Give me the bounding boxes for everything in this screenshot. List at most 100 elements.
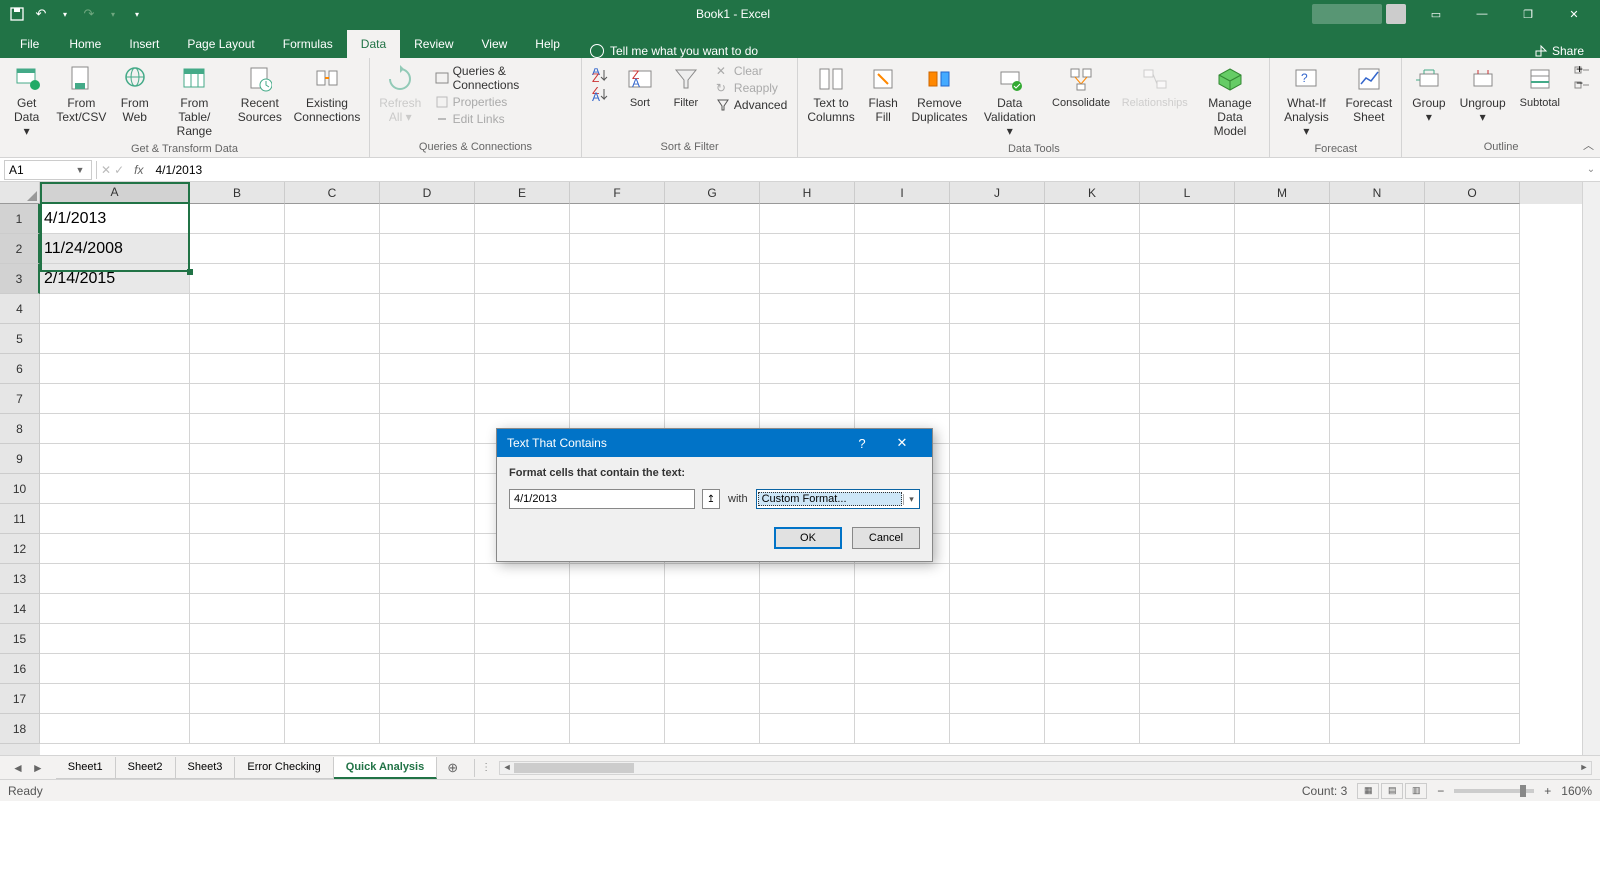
dialog-titlebar[interactable]: Text That Contains ? ✕ [497, 429, 932, 457]
filter-button[interactable]: Filter [664, 61, 708, 112]
cell[interactable]: 4/1/2013 [40, 204, 190, 234]
cell[interactable]: 11/24/2008 [40, 234, 190, 264]
flash-fill-button[interactable]: FlashFill [862, 61, 905, 127]
cell[interactable] [190, 504, 285, 534]
cell[interactable] [950, 444, 1045, 474]
vertical-scrollbar[interactable] [1582, 182, 1600, 755]
cell[interactable] [40, 504, 190, 534]
tab-home[interactable]: Home [55, 30, 115, 58]
cell[interactable] [380, 414, 475, 444]
cell[interactable] [760, 234, 855, 264]
cell[interactable] [475, 714, 570, 744]
cell[interactable] [285, 594, 380, 624]
cell[interactable] [1425, 594, 1520, 624]
name-box-dd-icon[interactable]: ▼ [73, 165, 87, 175]
data-model-button[interactable]: ManageData Model [1194, 61, 1265, 141]
cell[interactable] [665, 564, 760, 594]
cell[interactable] [1425, 654, 1520, 684]
cell[interactable] [760, 684, 855, 714]
cell[interactable] [1425, 294, 1520, 324]
cell[interactable] [190, 384, 285, 414]
cell[interactable] [950, 204, 1045, 234]
cell[interactable] [950, 384, 1045, 414]
cell[interactable] [760, 594, 855, 624]
row-header[interactable]: 2 [0, 234, 40, 264]
cell[interactable] [1235, 564, 1330, 594]
cell[interactable] [665, 264, 760, 294]
from-text-csv-button[interactable]: FromText/CSV [51, 61, 111, 127]
cell[interactable] [475, 384, 570, 414]
row-header[interactable]: 4 [0, 294, 40, 324]
dialog-text-input[interactable]: 4/1/2013 [509, 489, 695, 509]
cell[interactable] [380, 564, 475, 594]
cell[interactable] [760, 324, 855, 354]
cell[interactable] [1045, 324, 1140, 354]
cell[interactable] [855, 684, 950, 714]
dialog-cancel-button[interactable]: Cancel [852, 527, 920, 549]
cell[interactable] [380, 384, 475, 414]
cell[interactable] [665, 624, 760, 654]
maximize-icon[interactable]: ❐ [1506, 0, 1550, 28]
row-header[interactable]: 6 [0, 354, 40, 384]
cell[interactable] [1045, 684, 1140, 714]
cell[interactable] [380, 204, 475, 234]
cell[interactable] [1140, 234, 1235, 264]
cell[interactable] [1140, 504, 1235, 534]
cell[interactable] [40, 444, 190, 474]
cell[interactable] [1140, 654, 1235, 684]
row-header[interactable]: 7 [0, 384, 40, 414]
cell[interactable] [665, 684, 760, 714]
cell[interactable] [1045, 294, 1140, 324]
cell[interactable] [1045, 384, 1140, 414]
dialog-close-icon[interactable]: ✕ [882, 429, 922, 457]
sheet-tab[interactable]: Sheet2 [116, 757, 176, 779]
cell[interactable] [1045, 534, 1140, 564]
cell[interactable] [1425, 204, 1520, 234]
insert-function-icon[interactable]: fx [128, 163, 149, 177]
cell[interactable] [950, 684, 1045, 714]
column-header[interactable]: I [855, 182, 950, 204]
cell[interactable] [1330, 714, 1425, 744]
cell[interactable] [1140, 204, 1235, 234]
cell[interactable] [1235, 504, 1330, 534]
cell[interactable] [475, 264, 570, 294]
row-header[interactable]: 15 [0, 624, 40, 654]
cell[interactable] [950, 624, 1045, 654]
cell[interactable] [1235, 714, 1330, 744]
cell[interactable] [570, 324, 665, 354]
cell[interactable] [855, 234, 950, 264]
cell[interactable] [1235, 444, 1330, 474]
cell[interactable] [190, 414, 285, 444]
cell[interactable] [190, 264, 285, 294]
forecast-sheet-button[interactable]: ForecastSheet [1340, 61, 1397, 127]
cell[interactable] [950, 594, 1045, 624]
cell[interactable] [190, 714, 285, 744]
horizontal-scrollbar[interactable]: ◄ ► [499, 761, 1592, 775]
redo-dd-icon[interactable]: ▾ [104, 5, 122, 23]
cell[interactable] [40, 414, 190, 444]
cell[interactable] [1330, 654, 1425, 684]
cell[interactable] [570, 594, 665, 624]
tab-file[interactable]: File [4, 30, 55, 58]
cell[interactable] [1235, 684, 1330, 714]
text-to-columns-button[interactable]: Text toColumns [802, 61, 860, 127]
cell[interactable] [40, 474, 190, 504]
cell[interactable] [1425, 384, 1520, 414]
cell[interactable] [1045, 264, 1140, 294]
cell[interactable] [570, 354, 665, 384]
dialog-help-icon[interactable]: ? [842, 429, 882, 457]
existing-connections-button[interactable]: ExistingConnections [289, 61, 365, 127]
formula-input[interactable]: 4/1/2013 [149, 163, 1582, 177]
cell[interactable] [475, 294, 570, 324]
advanced-filter-button[interactable]: Advanced [714, 97, 789, 113]
cell[interactable] [380, 294, 475, 324]
cell[interactable] [285, 324, 380, 354]
cell[interactable] [1235, 474, 1330, 504]
cell[interactable] [950, 264, 1045, 294]
cell[interactable] [1330, 534, 1425, 564]
cell[interactable] [1140, 414, 1235, 444]
cell[interactable] [1045, 354, 1140, 384]
cell[interactable] [1045, 624, 1140, 654]
cell[interactable] [1330, 294, 1425, 324]
column-header[interactable]: B [190, 182, 285, 204]
